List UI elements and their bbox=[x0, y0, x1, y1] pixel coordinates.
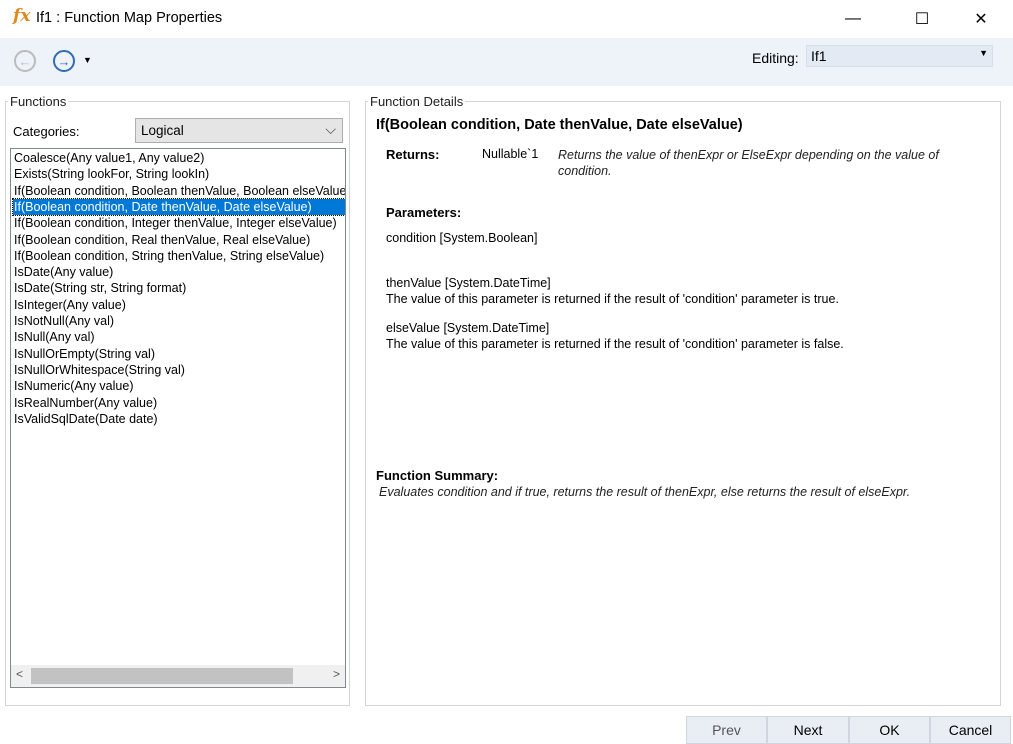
summary-label: Function Summary: bbox=[376, 468, 499, 483]
editing-label: Editing: bbox=[752, 50, 799, 66]
forward-button[interactable]: → bbox=[53, 50, 75, 72]
function-list-item[interactable]: IsNullOrWhitespace(String val) bbox=[13, 362, 345, 378]
editing-value: If1 bbox=[811, 48, 827, 64]
category-value: Logical bbox=[141, 123, 184, 138]
param-name: elseValue [System.DateTime] bbox=[386, 321, 550, 335]
function-list-item[interactable]: IsDate(String str, String format) bbox=[13, 280, 345, 296]
returns-description: Returns the value of thenExpr or ElseExp… bbox=[558, 148, 939, 178]
chevron-down-icon: ▼ bbox=[979, 48, 988, 58]
function-list-item[interactable]: Exists(String lookFor, String lookIn) bbox=[13, 166, 345, 182]
fx-icon: fx bbox=[13, 6, 31, 26]
returns-type: Nullable`1 bbox=[482, 147, 539, 161]
function-list-item[interactable]: If(Boolean condition, Date thenValue, Da… bbox=[12, 197, 345, 216]
functions-legend: Functions bbox=[10, 94, 67, 109]
title-bar: fx If1 : Function Map Properties — ☐ ✕ bbox=[0, 0, 1013, 38]
maximize-button[interactable]: ☐ bbox=[899, 0, 945, 38]
returns-label: Returns: bbox=[386, 147, 440, 162]
summary-text: Evaluates condition and if true, returns… bbox=[379, 485, 911, 499]
function-details-group: Function Details bbox=[365, 94, 1001, 706]
window-title: If1 : Function Map Properties bbox=[36, 10, 223, 26]
scrollbar-thumb[interactable] bbox=[31, 668, 293, 684]
arrow-right-circle-icon: → bbox=[57, 53, 71, 69]
prev-button[interactable]: Prev bbox=[686, 716, 767, 744]
horizontal-scrollbar[interactable]: < > bbox=[11, 665, 345, 687]
function-list-item[interactable]: Coalesce(Any value1, Any value2) bbox=[13, 150, 345, 166]
forward-dropdown-icon[interactable]: ▼ bbox=[83, 55, 92, 65]
function-list-item[interactable]: If(Boolean condition, Integer thenValue,… bbox=[13, 215, 345, 231]
next-button[interactable]: Next bbox=[767, 716, 849, 744]
param-name: thenValue [System.DateTime] bbox=[386, 276, 551, 290]
categories-label: Categories: bbox=[13, 124, 80, 139]
function-list[interactable]: Coalesce(Any value1, Any value2) Exists(S… bbox=[10, 148, 346, 688]
details-legend: Function Details bbox=[370, 94, 464, 109]
arrow-left-circle-icon: ← bbox=[18, 53, 32, 69]
function-list-item[interactable]: IsInteger(Any value) bbox=[13, 297, 345, 313]
editing-select[interactable]: If1 ▼ bbox=[806, 45, 993, 67]
categories-select[interactable]: Logical ⌵ bbox=[135, 118, 343, 143]
close-button[interactable]: ✕ bbox=[958, 0, 1004, 38]
function-list-item[interactable]: If(Boolean condition, Boolean thenValue,… bbox=[13, 183, 345, 199]
chevron-down-icon: ⌵ bbox=[325, 121, 336, 137]
function-list-item[interactable]: If(Boolean condition, String thenValue, … bbox=[13, 248, 345, 264]
function-list-item[interactable]: IsNotNull(Any val) bbox=[13, 313, 345, 329]
function-list-item[interactable]: IsNull(Any val) bbox=[13, 329, 345, 345]
function-list-item[interactable]: IsNullOrEmpty(String val) bbox=[13, 346, 345, 362]
param-description: The value of this parameter is returned … bbox=[386, 292, 839, 306]
function-list-item[interactable]: IsDate(Any value) bbox=[13, 264, 345, 280]
param-name: condition [System.Boolean] bbox=[386, 231, 538, 245]
back-button[interactable]: ← bbox=[14, 50, 36, 72]
scroll-right-icon[interactable]: > bbox=[333, 667, 340, 681]
scroll-left-icon[interactable]: < bbox=[16, 667, 23, 681]
function-list-item[interactable]: IsValidSqlDate(Date date) bbox=[13, 411, 345, 427]
function-list-item[interactable]: If(Boolean condition, Real thenValue, Re… bbox=[13, 232, 345, 248]
ok-button[interactable]: OK bbox=[849, 716, 930, 744]
toolbar: ← → ▼ Editing: If1 ▼ bbox=[0, 38, 1013, 86]
function-signature: If(Boolean condition, Date thenValue, Da… bbox=[376, 117, 743, 133]
minimize-button[interactable]: — bbox=[830, 0, 876, 38]
cancel-button[interactable]: Cancel bbox=[930, 716, 1011, 744]
function-list-item[interactable]: IsNumeric(Any value) bbox=[13, 378, 345, 394]
param-description: The value of this parameter is returned … bbox=[386, 337, 844, 351]
parameters-label: Parameters: bbox=[386, 205, 462, 220]
function-list-item[interactable]: IsRealNumber(Any value) bbox=[13, 395, 345, 411]
